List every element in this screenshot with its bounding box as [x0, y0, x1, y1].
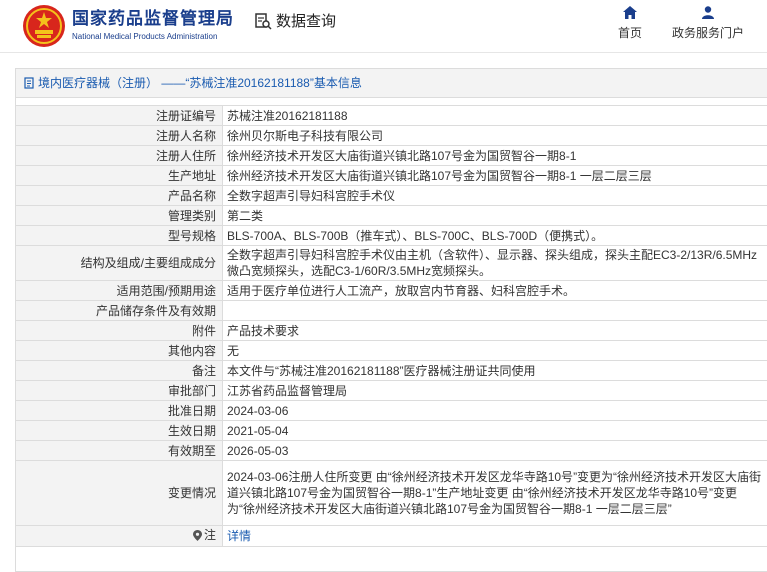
field-value: 2024-03-06 [223, 401, 767, 421]
table-row: 审批部门 江苏省药品监督管理局 [16, 381, 767, 401]
logo-title-en: National Medical Products Administration [72, 31, 234, 43]
field-label: 产品储存条件及有效期 [16, 301, 223, 321]
field-value: 无 [223, 341, 767, 361]
field-label: 生产地址 [16, 166, 223, 186]
nav-service-label: 政务服务门户 [672, 26, 744, 40]
nav-home-label: 首页 [618, 26, 642, 40]
table-row: 适用范围/预期用途 适用于医疗单位进行人工流产，放取宫内节育器、妇科宫腔手术。 [16, 281, 767, 301]
field-label: 备注 [16, 361, 223, 381]
field-value [223, 301, 767, 321]
field-label: 生效日期 [16, 421, 223, 441]
table-row: 型号规格 BLS-700A、BLS-700B（推车式）、BLS-700C、BLS… [16, 226, 767, 246]
field-value: 江苏省药品监督管理局 [223, 381, 767, 401]
data-query-heading: 数据查询 [254, 10, 336, 31]
field-value: 适用于医疗单位进行人工流产，放取宫内节育器、妇科宫腔手术。 [223, 281, 767, 301]
nav-service-portal[interactable]: 政务服务门户 [668, 6, 748, 41]
table-row: 管理类别 第二类 [16, 206, 767, 226]
field-label: 型号规格 [16, 226, 223, 246]
field-label: 有效期至 [16, 441, 223, 461]
field-label: 附件 [16, 321, 223, 341]
field-label: 其他内容 [16, 341, 223, 361]
table-row: 产品储存条件及有效期 [16, 301, 767, 321]
field-value: 2026-05-03 [223, 441, 767, 461]
field-value: 产品技术要求 [223, 321, 767, 341]
user-icon [701, 6, 715, 19]
emblem-icon [22, 4, 66, 48]
field-value: 本文件与“苏械注准20162181188”医疗器械注册证共同使用 [223, 361, 767, 381]
table-row: 变更情况 2024-03-06注册人住所变更 由“徐州经济技术开发区龙华寺路10… [16, 461, 767, 526]
field-label: 注册人住所 [16, 146, 223, 166]
nav-home[interactable]: 首页 [612, 6, 648, 41]
field-value: 全数字超声引导妇科宫腔手术仪由主机（含软件）、显示器、探头组成，探头主配EC3-… [223, 246, 767, 281]
home-icon [623, 6, 637, 19]
field-label: 审批部门 [16, 381, 223, 401]
note-label-cell: 注 [16, 526, 223, 547]
field-label: 管理类别 [16, 206, 223, 226]
detail-table: 注册证编号 苏械注准20162181188 注册人名称 徐州贝尔斯电子科技有限公… [15, 105, 767, 547]
search-doc-icon [254, 12, 272, 30]
table-row: 生效日期 2021-05-04 [16, 421, 767, 441]
field-value: 苏械注准20162181188 [223, 106, 767, 126]
table-row: 附件 产品技术要求 [16, 321, 767, 341]
detail-panel: 境内医疗器械（注册） ——“苏械注准20162181188”基本信息 注册证编号… [15, 68, 767, 572]
table-row: 结构及组成/主要组成成分 全数字超声引导妇科宫腔手术仪由主机（含软件）、显示器、… [16, 246, 767, 281]
panel-title-text: 境内医疗器械（注册） ——“苏械注准20162181188”基本信息 [38, 69, 362, 97]
field-value: 2024-03-06注册人住所变更 由“徐州经济技术开发区龙华寺路10号”变更为… [223, 461, 767, 526]
field-label: 适用范围/预期用途 [16, 281, 223, 301]
field-label: 结构及组成/主要组成成分 [16, 246, 223, 281]
field-value: BLS-700A、BLS-700B（推车式）、BLS-700C、BLS-700D… [223, 226, 767, 246]
field-label: 产品名称 [16, 186, 223, 206]
field-value: 徐州贝尔斯电子科技有限公司 [223, 126, 767, 146]
table-row: 产品名称 全数字超声引导妇科宫腔手术仪 [16, 186, 767, 206]
table-row: 注册人住所 徐州经济技术开发区大庙街道兴镇北路107号金为国贸智谷一期8-1 [16, 146, 767, 166]
note-label: 注 [204, 527, 216, 543]
field-value: 全数字超声引导妇科宫腔手术仪 [223, 186, 767, 206]
field-value: 徐州经济技术开发区大庙街道兴镇北路107号金为国贸智谷一期8-1 一层二层三层 [223, 166, 767, 186]
document-icon [24, 77, 35, 89]
table-row: 批准日期 2024-03-06 [16, 401, 767, 421]
panel-title: 境内医疗器械（注册） ——“苏械注准20162181188”基本信息 [16, 69, 767, 98]
table-row: 生产地址 徐州经济技术开发区大庙街道兴镇北路107号金为国贸智谷一期8-1 一层… [16, 166, 767, 186]
table-row: 有效期至 2026-05-03 [16, 441, 767, 461]
site-header: 国家药品监督管理局 National Medical Products Admi… [0, 0, 767, 53]
table-row: 备注 本文件与“苏械注准20162181188”医疗器械注册证共同使用 [16, 361, 767, 381]
logo-title-cn: 国家药品监督管理局 [72, 9, 234, 29]
field-label: 注册证编号 [16, 106, 223, 126]
data-query-label: 数据查询 [276, 10, 336, 31]
table-row: 其他内容 无 [16, 341, 767, 361]
field-label: 变更情况 [16, 461, 223, 526]
field-label: 批准日期 [16, 401, 223, 421]
field-value: 2021-05-04 [223, 421, 767, 441]
site-logo[interactable]: 国家药品监督管理局 National Medical Products Admi… [22, 4, 234, 48]
table-row: 注册证编号 苏械注准20162181188 [16, 106, 767, 126]
table-row: 注册人名称 徐州贝尔斯电子科技有限公司 [16, 126, 767, 146]
table-row: 注 详情 [16, 526, 767, 547]
pin-icon [193, 530, 202, 541]
field-label: 注册人名称 [16, 126, 223, 146]
note-value-cell: 详情 [223, 526, 767, 547]
field-value: 徐州经济技术开发区大庙街道兴镇北路107号金为国贸智谷一期8-1 [223, 146, 767, 166]
field-value: 第二类 [223, 206, 767, 226]
details-link[interactable]: 详情 [227, 529, 251, 543]
